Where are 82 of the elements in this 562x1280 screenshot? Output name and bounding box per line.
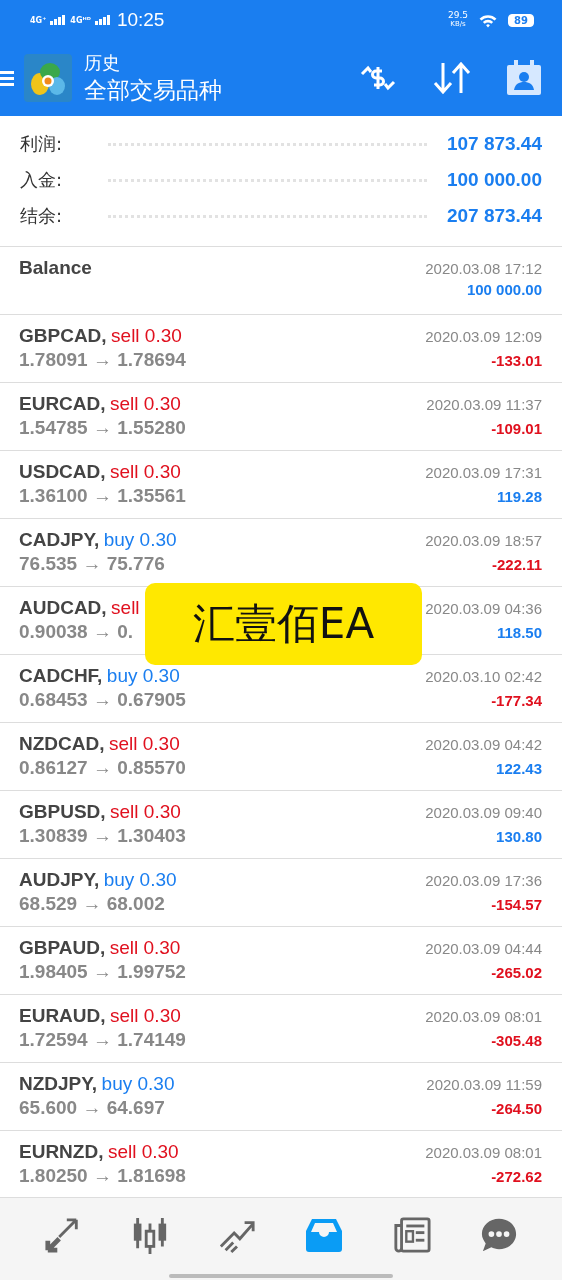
summary-value: 207 873.44 <box>446 205 542 227</box>
screen-title: 历史 <box>84 50 121 75</box>
trade-profit: 119.28 <box>496 488 542 505</box>
trade-action: sell 0.30 <box>110 461 181 482</box>
trade-time: 2020.03.09 09:40 <box>425 804 542 821</box>
price-range: 1.72594 → 1.74149 <box>19 1029 186 1051</box>
clock-time: 10:25 <box>116 9 165 31</box>
symbol-name: GBPUSD, <box>19 801 106 822</box>
battery-level: 89 <box>508 13 534 27</box>
symbol-name: EURCAD, <box>19 393 106 414</box>
price-range: 1.30839 → 1.30403 <box>19 825 186 847</box>
trade-time: 2020.03.09 17:31 <box>425 464 542 481</box>
network-label: 4Gᴴᴰ <box>70 15 91 25</box>
trade-profit: -133.01 <box>491 352 542 369</box>
trade-profit: -305.48 <box>491 1032 542 1049</box>
symbol-name: USDCAD, <box>19 461 106 482</box>
symbol-name: NZDJPY, <box>19 1073 98 1094</box>
trade-profit: -177.34 <box>491 692 542 709</box>
price-range: 0.86127 → 0.85570 <box>19 757 186 779</box>
price-range: 68.529 → 68.002 <box>19 893 165 915</box>
trade-profit: -264.50 <box>491 1100 542 1117</box>
trade-action: sell <box>111 597 140 618</box>
trade-time: 2020.03.09 04:42 <box>425 736 542 753</box>
symbol-name: EURAUD, <box>19 1005 106 1026</box>
balance-amount: 100 000.00 <box>466 281 542 298</box>
price-range: 1.78091 → 1.78694 <box>19 349 186 371</box>
trade-action: buy 0.30 <box>101 1073 175 1094</box>
summary-value: 100 000.00 <box>446 169 542 191</box>
trade-time: 2020.03.09 04:36 <box>425 600 542 617</box>
symbol-filter[interactable]: 全部交易品种 <box>84 74 324 106</box>
trade-profit: 130.80 <box>496 828 542 845</box>
price-range: 0.90038 → 0. <box>19 621 134 643</box>
trade-profit: 122.43 <box>496 760 542 777</box>
trade-time: 2020.03.09 08:01 <box>425 1008 542 1025</box>
trade-time: 2020.03.09 12:09 <box>425 328 542 345</box>
symbol-name: NZDCAD, <box>19 733 105 754</box>
trade-action: sell 0.30 <box>109 937 181 958</box>
price-range: 1.36100 → 1.35561 <box>19 485 186 507</box>
overlay-label: 汇壹佰EA <box>145 583 422 665</box>
trade-time: 2020.03.10 02:42 <box>425 668 542 685</box>
symbol-name: AUDCAD, <box>19 597 107 618</box>
network-label: 4G⁺ <box>30 15 47 25</box>
trade-profit: -109.01 <box>491 420 542 437</box>
trade-profit: -265.02 <box>491 964 542 981</box>
trade-action: sell 0.30 <box>110 1005 181 1026</box>
summary-label: 入金: <box>20 168 64 192</box>
trade-action: buy 0.30 <box>103 869 177 890</box>
trade-profit: -154.57 <box>491 896 542 913</box>
price-range: 0.68453 → 0.67905 <box>19 689 186 711</box>
trade-action: sell 0.30 <box>108 733 180 754</box>
summary-value: 107 873.44 <box>446 133 542 155</box>
price-range: 1.80250 → 1.81698 <box>19 1165 186 1187</box>
price-range: 1.98405 → 1.99752 <box>19 961 186 983</box>
symbol-name: CADJPY, <box>19 529 100 550</box>
trade-action: sell 0.30 <box>107 1141 179 1162</box>
symbol-name: AUDJPY, <box>19 869 100 890</box>
trade-profit: -222.11 <box>491 556 542 573</box>
summary-label: 结余: <box>20 204 64 228</box>
trade-time: 2020.03.09 17:36 <box>425 872 542 889</box>
trade-action: sell 0.30 <box>111 325 182 346</box>
trade-time: 2020.03.09 18:57 <box>425 532 542 549</box>
symbol-name: CADCHF, <box>19 665 103 686</box>
trade-action: sell 0.30 <box>110 393 181 414</box>
symbol-name: EURNZD, <box>19 1141 104 1162</box>
trade-action: sell 0.30 <box>110 801 181 822</box>
deal-time: 2020.03.08 17:12 <box>425 260 542 277</box>
trade-profit: 118.50 <box>496 624 542 641</box>
speed-value: 29.5 <box>448 11 469 20</box>
price-range: 76.535 → 75.776 <box>19 553 165 575</box>
symbol-name: GBPAUD, <box>19 937 106 958</box>
balance-label: Balance <box>19 257 92 279</box>
trade-profit: -272.62 <box>491 1168 542 1185</box>
trade-time: 2020.03.09 04:44 <box>425 940 542 957</box>
trade-time: 2020.03.09 11:59 <box>426 1076 542 1093</box>
trade-time: 2020.03.09 11:37 <box>426 396 542 413</box>
trade-action: buy 0.30 <box>103 529 177 550</box>
symbol-name: GBPCAD, <box>19 325 107 346</box>
trade-action: buy 0.30 <box>106 665 180 686</box>
price-range: 1.54785 → 1.55280 <box>19 417 186 439</box>
price-range: 65.600 → 64.697 <box>19 1097 165 1119</box>
trade-time: 2020.03.09 08:01 <box>425 1144 542 1161</box>
summary-label: 利润: <box>20 132 64 156</box>
